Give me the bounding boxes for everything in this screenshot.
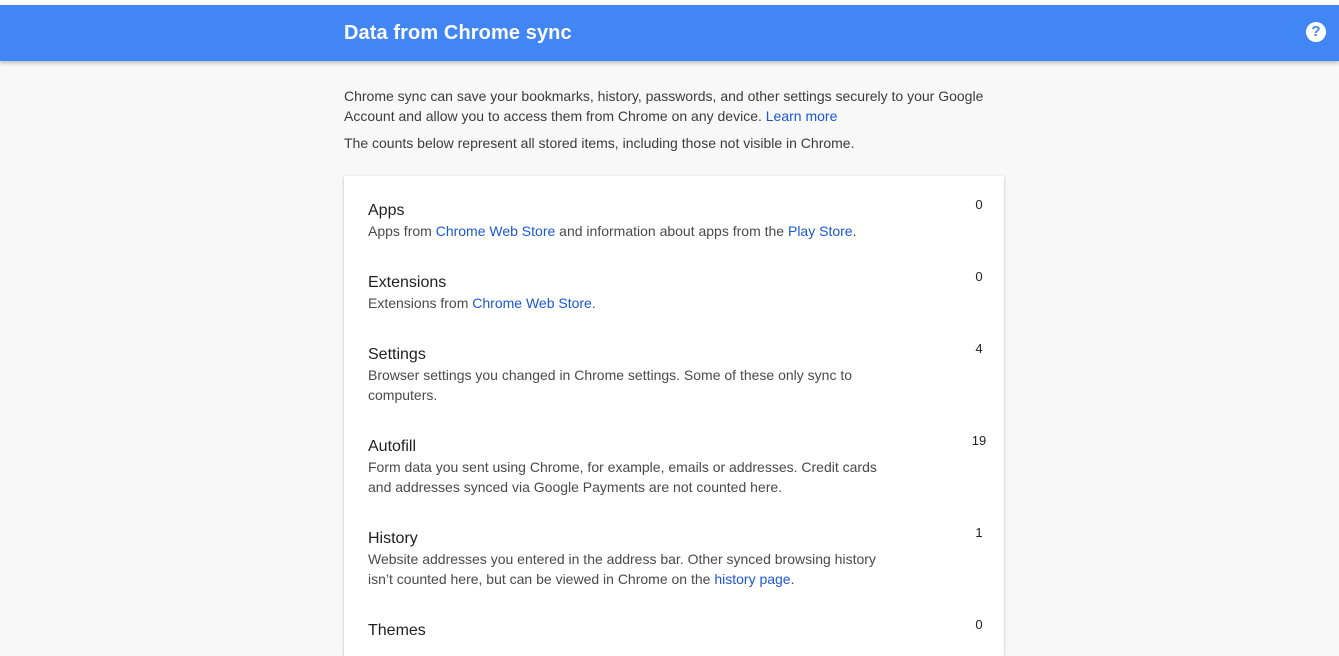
desc-text: . (852, 223, 857, 239)
counts-note: The counts below represent all stored it… (344, 135, 855, 151)
item-count: 19 (971, 433, 987, 448)
page-title: Data from Chrome sync (344, 22, 572, 44)
chrome-web-store-link[interactable]: Chrome Web Store (436, 223, 556, 239)
chrome-web-store-link[interactable]: Chrome Web Store (472, 295, 592, 311)
sync-item-settings: Settings Browser settings you changed in… (368, 341, 983, 405)
item-description: Extensions from Chrome Web Store. (368, 293, 903, 313)
item-title: Extensions (368, 274, 447, 291)
item-count: 0 (975, 197, 983, 212)
item-count: 1 (975, 525, 983, 540)
sync-item-apps: Apps Apps from Chrome Web Store and info… (368, 197, 983, 241)
desc-text: Extensions from (368, 295, 473, 311)
item-count: 4 (975, 341, 983, 356)
play-store-link[interactable]: Play Store (788, 223, 853, 239)
page-header: Data from Chrome sync ? (0, 5, 1339, 61)
item-description: Apps from Chrome Web Store and informati… (368, 221, 903, 241)
item-description: Form data you sent using Chrome, for exa… (368, 459, 877, 495)
item-count: 0 (975, 269, 983, 284)
item-description: Website addresses you entered in the add… (368, 549, 903, 589)
learn-more-link[interactable]: Learn more (766, 108, 838, 124)
desc-text: . (591, 295, 596, 311)
sync-item-autofill: Autofill Form data you sent using Chrome… (368, 433, 986, 497)
intro-paragraph: Chrome sync can save your bookmarks, his… (344, 86, 994, 126)
intro-section: Chrome sync can save your bookmarks, his… (344, 86, 994, 160)
item-title: Autofill (368, 438, 417, 455)
sync-data-card: Apps Apps from Chrome Web Store and info… (344, 176, 1004, 656)
desc-text: Website addresses you entered in the add… (368, 551, 876, 587)
item-title: History (368, 530, 418, 547)
desc-text: . (790, 571, 795, 587)
intro-text: Chrome sync can save your bookmarks, his… (344, 88, 984, 124)
item-count: 0 (975, 617, 983, 632)
item-title: Settings (368, 346, 426, 363)
item-description: Browser settings you changed in Chrome s… (368, 367, 853, 403)
sync-item-extensions: Extensions Extensions from Chrome Web St… (368, 269, 983, 313)
desc-text: Apps from (368, 223, 436, 239)
item-title: Themes (368, 622, 426, 639)
sync-item-history: History Website addresses you entered in… (368, 525, 983, 589)
item-title: Apps (368, 202, 405, 219)
history-page-link[interactable]: history page (714, 571, 790, 587)
desc-text: and information about apps from the (555, 223, 788, 239)
help-icon[interactable]: ? (1306, 22, 1326, 42)
sync-item-themes: Themes 0 (368, 617, 983, 641)
